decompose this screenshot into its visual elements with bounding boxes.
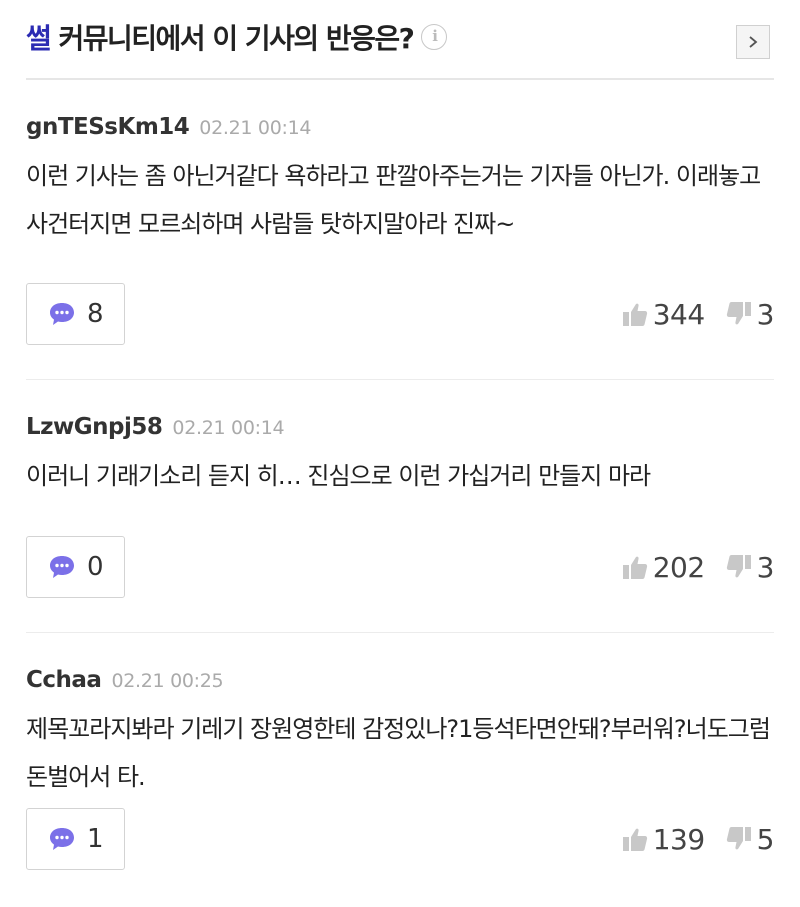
comment-text: 이런 기사는 좀 아닌거같다 욕하라고 판깔아주는거는 기자들 아닌가. 이래놓… (26, 162, 761, 238)
like-count: 202 (652, 550, 705, 584)
thumbs-up-icon (622, 556, 647, 579)
dislike-count: 3 (756, 297, 775, 331)
comment-actions: 0 202 3 (26, 536, 775, 598)
reply-button[interactable]: 0 (26, 536, 125, 598)
like-count: 139 (652, 822, 705, 856)
comment-author[interactable]: LzwGnpj58 (26, 414, 163, 440)
like-button[interactable]: 202 (621, 551, 705, 584)
comment-date: 02.21 00:14 (172, 417, 285, 439)
chevron-right-icon (749, 36, 758, 48)
brand-label: 썰 (26, 22, 52, 55)
comment-text: 이러니 기래기소리 듣지 히… 진심으로 이런 가십거리 만들지 마라 (26, 462, 651, 490)
comment-text: 제목꼬라지봐라 기레기 장원영한테 감정있나?1등석타면안돼?부러워?너도그럼 … (26, 715, 771, 791)
comment-item: Cchaa 02.21 00:25 제목꼬라지봐라 기레기 장원영한테 감정있나… (26, 633, 775, 905)
reply-count: 0 (87, 552, 104, 582)
comment-item: LzwGnpj58 02.21 00:14 이러니 기래기소리 듣지 히… 진심… (26, 380, 775, 633)
info-icon[interactable]: i (421, 24, 448, 50)
title-text: 커뮤니티에서 이 기사의 반응은? (50, 22, 415, 55)
speech-bubble-icon (50, 556, 74, 578)
reply-count: 1 (87, 824, 104, 854)
comment-section: 썰 커뮤니티에서 이 기사의 반응은? i gnTESsKm14 02.21 00… (0, 0, 800, 907)
like-button[interactable]: 344 (621, 298, 705, 331)
dislike-count: 3 (756, 550, 775, 584)
comment-author[interactable]: gnTESsKm14 (26, 114, 190, 140)
vote-group: 139 5 (621, 822, 775, 856)
comment-meta: Cchaa 02.21 00:25 (26, 667, 774, 697)
thumbs-up-icon (622, 828, 647, 851)
comment-author[interactable]: Cchaa (26, 667, 102, 693)
section-title: 썰 커뮤니티에서 이 기사의 반응은? i (26, 17, 448, 57)
thumbs-down-icon (726, 555, 751, 578)
dislike-button[interactable]: 3 (725, 297, 775, 331)
dislike-button[interactable]: 5 (725, 822, 775, 856)
like-count: 344 (652, 297, 705, 331)
vote-group: 202 3 (621, 550, 775, 584)
more-button[interactable] (736, 25, 770, 59)
section-header: 썰 커뮤니티에서 이 기사의 반응은? i (26, 0, 774, 80)
speech-bubble-icon (50, 303, 74, 325)
comment-meta: LzwGnpj58 02.21 00:14 (26, 414, 774, 444)
thumbs-down-icon (726, 827, 751, 850)
comment-actions: 8 344 3 (26, 283, 775, 345)
reply-button[interactable]: 1 (26, 808, 125, 870)
reply-button[interactable]: 8 (26, 283, 125, 345)
vote-group: 344 3 (621, 297, 775, 331)
comment-date: 02.21 00:25 (111, 670, 224, 692)
comment-date: 02.21 00:14 (199, 117, 312, 139)
like-button[interactable]: 139 (621, 823, 705, 856)
comment-actions: 1 139 5 (26, 808, 775, 870)
dislike-count: 5 (756, 822, 775, 856)
thumbs-down-icon (726, 302, 751, 325)
speech-bubble-icon (50, 828, 74, 850)
reply-count: 8 (87, 299, 104, 329)
comment-meta: gnTESsKm14 02.21 00:14 (26, 114, 774, 144)
thumbs-up-icon (622, 303, 647, 326)
comment-item: gnTESsKm14 02.21 00:14 이런 기사는 좀 아닌거같다 욕하… (26, 80, 775, 380)
dislike-button[interactable]: 3 (725, 550, 775, 584)
